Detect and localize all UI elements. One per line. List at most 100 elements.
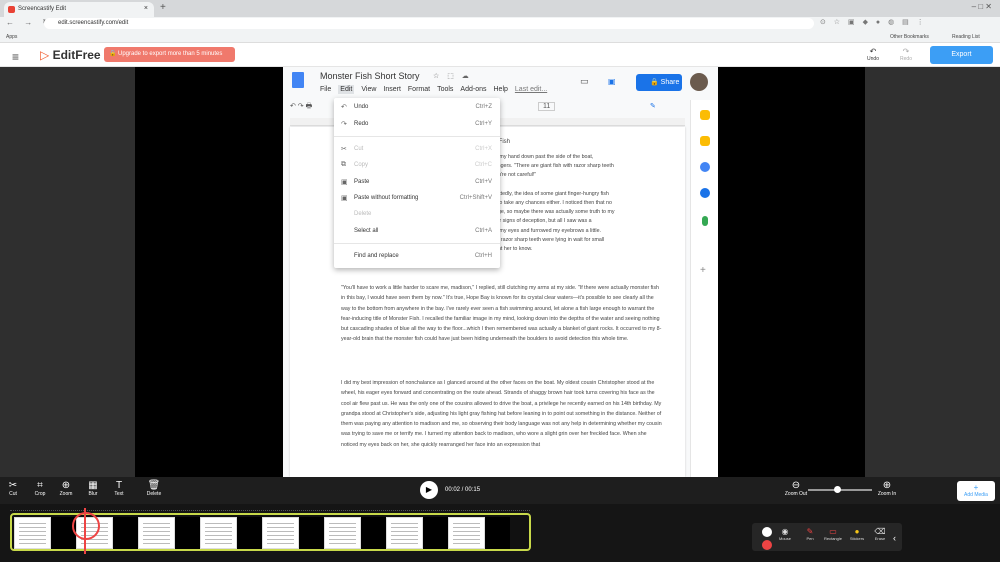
doc-menu-help: Help xyxy=(493,86,508,93)
timeline-thumbnail-black xyxy=(423,517,448,549)
upgrade-button[interactable]: 🔒 Upgrade to export more than 5 minutes xyxy=(104,47,235,62)
tab-close-icon[interactable]: × xyxy=(144,5,148,12)
menu-separator xyxy=(334,136,500,137)
playhead[interactable] xyxy=(84,508,86,554)
pen-tool[interactable]: ✎ Pen xyxy=(798,527,822,541)
timeline-ruler[interactable] xyxy=(10,505,530,511)
doc-menu-tools: Tools xyxy=(437,86,454,93)
edit-menu-item[interactable]: ▣ Paste without formatting Ctrl+Shift+V xyxy=(334,193,500,205)
timeline-thumbnail-black xyxy=(299,517,324,549)
browser-tab[interactable]: Screencastify Edit × xyxy=(4,2,154,17)
zoom-in-icon: ⊕ xyxy=(882,480,892,491)
meet-icon: ▣ xyxy=(608,77,616,86)
pen-tool-label: Pen xyxy=(806,536,814,541)
export-button[interactable]: Export xyxy=(930,46,993,64)
add-media-button[interactable]: + Add Media xyxy=(957,481,995,501)
edit-menu-item-shortcut: Ctrl+Shift+V xyxy=(459,195,492,201)
edit-menu-item[interactable]: ✂ Cut Ctrl+X xyxy=(334,144,500,156)
maps-icon xyxy=(702,216,708,226)
edit-menu-item-icon: ↶ xyxy=(341,104,347,111)
new-tab-button[interactable]: + xyxy=(160,2,166,13)
zoom-out-label: Zoom Out xyxy=(784,491,808,497)
stickers-tool[interactable]: ● Stickers xyxy=(845,527,869,541)
edit-menu-item[interactable]: ⧉ Copy Ctrl+C xyxy=(334,160,500,172)
doc-edit-menu: ↶ Undo Ctrl+Z ↷ Redo Ctrl+Y ✂ Cut Ctrl+X ⧉ Copy Ctr… xyxy=(334,98,500,268)
record-icon[interactable] xyxy=(762,540,772,550)
timeline-thumbnail-black xyxy=(237,517,262,549)
timeline-thumbnail xyxy=(262,517,299,549)
pen-icon: ✎ xyxy=(806,527,814,536)
edit-menu-item[interactable]: Select all Ctrl+A xyxy=(334,226,500,238)
timeline-thumbnail-black xyxy=(113,517,138,549)
text-tool-button[interactable]: T Text xyxy=(107,480,131,497)
zoom-slider-knob[interactable] xyxy=(833,486,841,493)
timeline-thumbnail-black xyxy=(485,517,510,549)
cut-tool-button[interactable]: ✂ Cut xyxy=(1,480,25,497)
edit-menu-item-shortcut: Ctrl+A xyxy=(475,228,492,234)
erase-tool[interactable]: ⌫ Erase xyxy=(868,527,892,541)
erase-tool-label: Erase xyxy=(874,536,886,541)
address-bar[interactable]: edit.screencastify.com/edit xyxy=(44,18,814,29)
doc-menu-bar: File Edit View Insert Format Tools Add-ons Help… xyxy=(320,85,554,94)
extension-icons[interactable]: ⊙ ☆ ▣ ◆ ● ◍ ▤ ⋮ xyxy=(820,18,927,26)
doc-share-button: 🔒 Share xyxy=(636,74,682,91)
zoom-tool-label: Zoom xyxy=(59,491,73,497)
edit-menu-item-icon: ⧉ xyxy=(341,161,346,168)
tab-title: Screencastify Edit xyxy=(18,6,67,12)
cut-tool-label: Cut xyxy=(9,491,17,497)
redo-label: Redo xyxy=(900,56,912,62)
mouse-toggle-icon[interactable] xyxy=(762,527,772,537)
add-addon-icon: + xyxy=(700,265,706,276)
edit-menu-item-label: Redo xyxy=(354,121,369,127)
mouse-tool[interactable]: ◉ Mouse xyxy=(773,527,797,541)
bookmark-reading-list[interactable]: Reading List xyxy=(952,34,980,40)
edit-menu-item-shortcut: Ctrl+Y xyxy=(475,121,492,127)
bookmark-apps[interactable]: Apps xyxy=(6,34,17,40)
edit-menu-item[interactable]: Delete xyxy=(334,209,500,221)
playback-time: 00:02 / 00:15 xyxy=(445,487,481,493)
edit-menu-item-label: Select all xyxy=(354,228,379,234)
window-controls[interactable]: – □ ✕ xyxy=(972,2,992,11)
edit-menu-item[interactable]: Find and replace Ctrl+H xyxy=(334,251,500,263)
hamburger-menu-icon[interactable]: ≡ xyxy=(12,50,19,64)
crop-tool-button[interactable]: ⌗ Crop xyxy=(28,480,52,497)
google-docs-icon xyxy=(292,72,304,88)
zoom-in-button[interactable]: ⊕ Zoom In xyxy=(873,480,901,497)
zoom-out-icon: ⊖ xyxy=(791,480,801,491)
rectangle-tool[interactable]: ▭ Rectangle xyxy=(821,527,845,541)
timeline-thumbnail-black xyxy=(175,517,200,549)
plus-icon: + xyxy=(973,483,979,492)
undo-button[interactable]: ↶ Undo xyxy=(864,47,882,62)
blur-tool-label: Blur xyxy=(88,491,98,497)
upgrade-label: Upgrade to export more than 5 minutes xyxy=(118,51,223,57)
calendar-icon xyxy=(700,162,710,172)
doc-last-edit: Last edit... xyxy=(514,86,548,93)
timeline-thumbnail xyxy=(448,517,485,549)
edit-menu-item-label: Paste without formatting xyxy=(354,195,419,201)
play-button[interactable]: ▶ xyxy=(420,481,438,499)
edit-menu-item[interactable]: ↶ Undo Ctrl+Z xyxy=(334,102,500,114)
timeline-thumbnail xyxy=(386,517,423,549)
mouse-cursor-highlight xyxy=(72,512,100,540)
editfree-logo: ▷ EditFree xyxy=(40,48,101,62)
blur-tool-button[interactable]: ▦ Blur xyxy=(81,480,105,497)
bookmark-other[interactable]: Other Bookmarks xyxy=(890,34,929,40)
edit-menu-item-label: Find and replace xyxy=(354,253,399,259)
edit-menu-item-shortcut: Ctrl+Z xyxy=(475,104,493,110)
edit-menu-item-shortcut: Ctrl+V xyxy=(475,179,492,185)
undo-label: Undo xyxy=(867,56,879,62)
edit-menu-item-icon: ↷ xyxy=(341,121,347,128)
delete-tool-button[interactable]: 🗑 Delete xyxy=(142,480,166,497)
lock-icon: 🔒 xyxy=(109,51,117,57)
zoom-tool-button[interactable]: ⊕ Zoom xyxy=(54,480,78,497)
zoom-out-button[interactable]: ⊖ Zoom Out xyxy=(782,480,810,497)
collapse-tools-icon[interactable]: ‹ xyxy=(893,533,896,543)
edit-menu-item[interactable]: ▣ Paste Ctrl+V xyxy=(334,177,500,189)
rectangle-icon: ▭ xyxy=(829,527,837,536)
redo-button[interactable]: ↷ Redo xyxy=(897,47,915,62)
comment-icon: ▭ xyxy=(580,76,589,86)
edit-menu-item-shortcut: Ctrl+X xyxy=(475,146,492,152)
doc-right-fragment: d my hand down past the side of the boat… xyxy=(495,154,615,253)
edit-menu-item[interactable]: ↷ Redo Ctrl+Y xyxy=(334,119,500,131)
timeline-thumbnail xyxy=(200,517,237,549)
